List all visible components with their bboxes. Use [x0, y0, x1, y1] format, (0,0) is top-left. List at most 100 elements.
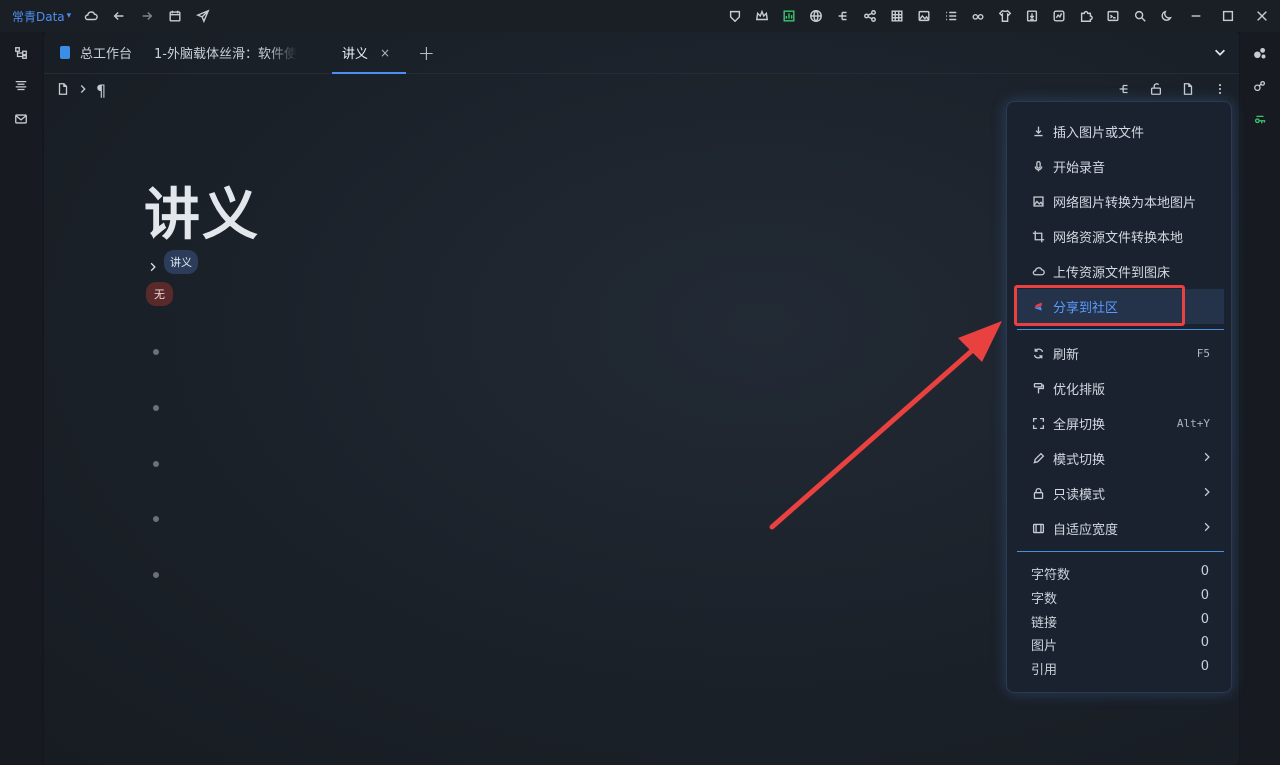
- chevron-right-icon[interactable]: [148, 257, 158, 272]
- document-actions: [1117, 81, 1227, 100]
- tab-label: 1-外脑载体丝滑：软件使: [154, 47, 297, 62]
- list-bullet[interactable]: [153, 572, 159, 578]
- cloud-icon: [1031, 265, 1045, 279]
- microphone-icon: [1031, 160, 1045, 174]
- menu-item-label: 插入图片或文件: [1053, 126, 1145, 141]
- pencil-icon: [1031, 452, 1045, 466]
- table-icon[interactable]: [883, 2, 910, 30]
- menu-item-readonly[interactable]: 只读模式: [1017, 476, 1224, 511]
- send-icon[interactable]: [189, 2, 217, 30]
- tag-row: 讲义: [148, 250, 198, 274]
- menu-item-optimize-typography[interactable]: 优化排版: [1017, 371, 1224, 406]
- workspace-switcher[interactable]: 常青Data ▾: [12, 8, 71, 25]
- tab-bar: 总工作台 1-外脑载体丝滑：软件使 讲义 × +: [44, 32, 1239, 74]
- menu-item-convert-assets[interactable]: 网络资源文件转换本地: [1017, 219, 1224, 254]
- shortcut-hint: F5: [1196, 347, 1210, 360]
- grid-chart-icon[interactable]: [775, 2, 802, 30]
- chevron-down-icon[interactable]: [1213, 44, 1227, 63]
- tag-chip[interactable]: 讲义: [164, 250, 198, 274]
- file-tree-icon[interactable]: [0, 36, 42, 69]
- image-icon: [1031, 195, 1045, 209]
- back-arrow-icon[interactable]: [105, 2, 133, 30]
- list-bullet[interactable]: [153, 405, 159, 411]
- terminal-icon[interactable]: [1099, 2, 1126, 30]
- menu-item-fullscreen[interactable]: 全屏切换 Alt+Y: [1017, 406, 1224, 441]
- plugin-badge-icon[interactable]: [721, 2, 748, 30]
- global-graph-icon[interactable]: [1240, 69, 1280, 102]
- stat-value: 0: [1200, 588, 1209, 603]
- status-badge[interactable]: 无: [146, 282, 173, 306]
- tshirt-icon[interactable]: [991, 2, 1018, 30]
- tab-lecture-notes[interactable]: 1-外脑载体丝滑：软件使: [154, 32, 304, 74]
- menu-item-label: 模式切换: [1053, 453, 1106, 468]
- tab-label: 总工作台: [80, 47, 133, 62]
- inbox-mail-icon[interactable]: [0, 102, 42, 135]
- shortcut-hint: Alt+Y: [1176, 417, 1210, 430]
- document-icon[interactable]: [56, 81, 70, 100]
- list-bullet[interactable]: [153, 461, 159, 467]
- stat-label: 引用: [1031, 663, 1058, 678]
- stat-label: 字符数: [1031, 568, 1071, 583]
- crown-icon[interactable]: [748, 2, 775, 30]
- menu-item-record-audio[interactable]: 开始录音: [1017, 149, 1224, 184]
- calendar-icon[interactable]: [161, 2, 189, 30]
- chart-box-icon[interactable]: [1045, 2, 1072, 30]
- menu-item-label: 全屏切换: [1053, 418, 1106, 433]
- mindmap-icon[interactable]: [829, 2, 856, 30]
- document-title[interactable]: 讲义: [144, 170, 260, 251]
- menu-item-label: 网络图片转换为本地图片: [1053, 196, 1197, 211]
- sync-cloud-icon[interactable]: [77, 2, 105, 30]
- close-tab-icon[interactable]: ×: [380, 46, 390, 60]
- new-tab-icon[interactable]: +: [418, 41, 435, 65]
- download-box-icon[interactable]: [1018, 2, 1045, 30]
- right-dock: [1240, 32, 1280, 765]
- list-bullet[interactable]: [153, 516, 159, 522]
- minimize-icon[interactable]: [1180, 2, 1212, 30]
- menu-item-refresh[interactable]: 刷新 F5: [1017, 336, 1224, 371]
- share-graph-icon[interactable]: [856, 2, 883, 30]
- image-gallery-icon[interactable]: [910, 2, 937, 30]
- active-tab-indicator: [332, 71, 407, 74]
- menu-item-insert-file[interactable]: 插入图片或文件: [1017, 114, 1224, 149]
- stat-label: 图片: [1031, 639, 1058, 654]
- stat-word-count: 字数 0: [1031, 588, 1209, 607]
- refresh-icon: [1031, 347, 1045, 361]
- glasses-icon[interactable]: [964, 2, 991, 30]
- list-bullet[interactable]: [153, 349, 159, 355]
- fullscreen-icon: [1031, 417, 1045, 431]
- menu-item-mode-switch[interactable]: 模式切换: [1017, 441, 1224, 476]
- stat-char-count: 字符数 0: [1031, 564, 1209, 583]
- maximize-icon[interactable]: [1212, 2, 1244, 30]
- tab-active[interactable]: 讲义 ×: [332, 32, 407, 74]
- puzzle-icon[interactable]: [1072, 2, 1099, 30]
- list-icon[interactable]: [937, 2, 964, 30]
- menu-item-label: 开始录音: [1053, 161, 1106, 176]
- stat-image-count: 图片 0: [1031, 635, 1209, 654]
- more-vertical-icon[interactable]: [1213, 81, 1227, 100]
- close-window-icon[interactable]: [1244, 2, 1280, 30]
- menu-item-upload-assets[interactable]: 上传资源文件到图床: [1017, 254, 1224, 289]
- forward-arrow-icon[interactable]: [133, 2, 161, 30]
- moon-icon[interactable]: [1153, 2, 1180, 30]
- menu-item-label: 上传资源文件到图床: [1053, 266, 1171, 281]
- menu-item-label: 刷新: [1053, 348, 1080, 363]
- document-icon[interactable]: [1181, 81, 1195, 100]
- unlock-icon[interactable]: [1149, 81, 1163, 100]
- left-dock: [0, 32, 42, 765]
- width-icon: [1031, 522, 1045, 536]
- lock-icon: [1031, 487, 1045, 501]
- outline-icon[interactable]: [0, 69, 42, 102]
- backlink-icon[interactable]: [1240, 102, 1280, 135]
- graph-icon[interactable]: [1240, 36, 1280, 69]
- search-icon[interactable]: [1126, 2, 1153, 30]
- chevron-right-icon: [1202, 451, 1212, 466]
- mindmap-icon[interactable]: [1117, 81, 1131, 100]
- globe-icon[interactable]: [802, 2, 829, 30]
- stat-value: 0: [1200, 564, 1209, 579]
- paragraph-icon[interactable]: ¶: [96, 81, 106, 100]
- chevron-down-icon: ▾: [66, 11, 72, 21]
- menu-item-adaptive-width[interactable]: 自适应宽度: [1017, 511, 1224, 546]
- menu-divider: [1017, 329, 1224, 330]
- menu-item-convert-images[interactable]: 网络图片转换为本地图片: [1017, 184, 1224, 219]
- tab-workspace[interactable]: 总工作台: [44, 32, 132, 74]
